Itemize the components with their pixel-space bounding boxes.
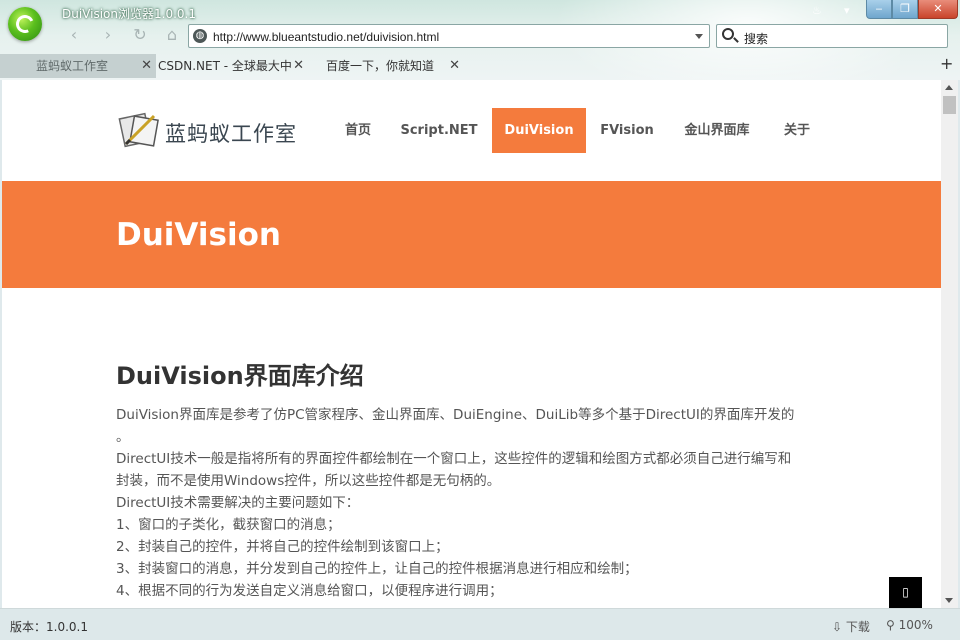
tab-blueant[interactable]: 蓝蚂蚁工作室 ✕ <box>0 54 156 78</box>
skin-icon[interactable]: ♨ <box>812 4 822 17</box>
browser-chrome: DuiVision浏览器1.0.0.1 ‹ › ↻ ⌂ ◍ http://www… <box>0 0 960 80</box>
menu-item-kingsoft[interactable]: 金山界面库 <box>676 108 758 153</box>
paragraph-line: 3、封装窗口的消息，并分发到自己的控件上，让自己的控件根据消息进行相应和绘制； <box>116 561 638 577</box>
scroll-thumb[interactable] <box>943 96 956 114</box>
paragraph-line: DirectUI技术需要解决的主要问题如下： <box>116 495 360 511</box>
tab-label: CSDN.NET - 全球最大中 <box>158 59 292 73</box>
download-button[interactable]: ⇩ 下载 <box>832 618 870 635</box>
menu-item-about[interactable]: 关于 <box>772 108 822 153</box>
zoom-level: 100% <box>898 618 933 632</box>
download-label: 下载 <box>845 620 870 634</box>
paragraph-line: DirectUI技术一般是指将所有的界面控件都绘制在一个窗口上，这些控件的逻辑和… <box>116 451 792 467</box>
menu-item-scriptnet[interactable]: Script.NET <box>396 108 482 153</box>
address-bar[interactable]: ◍ http://www.blueantstudio.net/duivision… <box>188 24 710 48</box>
paragraph-line: 2、封装自己的控件，并将自己的控件绘制到该窗口上； <box>116 539 449 555</box>
window-title: DuiVision浏览器1.0.0.1 <box>62 7 196 21</box>
browser-logo-icon <box>8 7 42 41</box>
menu-icon[interactable]: ▾ <box>844 4 850 17</box>
download-icon: ⇩ <box>832 620 843 634</box>
maximize-button[interactable]: ❐ <box>892 0 918 19</box>
minimize-button[interactable]: ‒ <box>866 0 892 19</box>
close-tab-icon[interactable]: ✕ <box>141 54 152 78</box>
home-button[interactable]: ⌂ <box>162 25 182 45</box>
search-icon <box>722 28 734 40</box>
back-button[interactable]: ‹ <box>64 25 84 45</box>
refresh-button[interactable]: ↻ <box>130 25 150 45</box>
hero-banner: DuiVision <box>2 181 941 288</box>
paragraph-line: DuiVision界面库是参考了仿PC管家程序、金山界面库、DuiEngine、… <box>116 407 795 423</box>
close-tab-icon[interactable]: ✕ <box>293 54 304 78</box>
close-tab-icon[interactable]: ✕ <box>449 54 460 78</box>
hero-title: DuiVision <box>116 217 281 253</box>
search-box[interactable]: 搜索 <box>716 24 948 48</box>
vertical-scrollbar[interactable] <box>941 80 958 608</box>
tab-baidu[interactable]: 百度一下，你就知道 ✕ <box>318 54 464 78</box>
site-menu: 首页 Script.NET DuiVision FVision 金山界面库 关于 <box>2 108 941 153</box>
globe-icon: ◍ <box>193 29 207 43</box>
status-bar: 版本：1.0.0.1 ⇩ 下载 ⚲ 100% <box>0 608 960 640</box>
version-label: 版本：1.0.0.1 <box>10 620 88 634</box>
tab-strip: 蓝蚂蚁工作室 ✕ CSDN.NET - 全球最大中 ✕ 百度一下，你就知道 ✕ <box>0 54 960 78</box>
zoom-icon: ⚲ <box>886 618 895 632</box>
tab-label: 百度一下，你就知道 <box>326 59 435 73</box>
scroll-up-icon[interactable] <box>945 85 953 90</box>
section-heading: DuiVision界面库介绍 <box>116 362 364 390</box>
new-tab-button[interactable]: + <box>940 54 953 73</box>
close-button[interactable]: ✕ <box>918 0 958 19</box>
menu-item-duivision[interactable]: DuiVision <box>492 108 586 153</box>
paragraph-line: 封装，而不是使用Windows控件，所以这些控件都是无句柄的。 <box>116 473 501 489</box>
paragraph-line: 4、根据不同的行为发送自定义消息给窗口，以便程序进行调用； <box>116 583 503 599</box>
paragraph-line: 1、窗口的子类化，截获窗口的消息； <box>116 517 341 533</box>
search-input[interactable]: 搜索 <box>744 30 768 47</box>
address-dropdown-icon[interactable] <box>695 34 703 39</box>
address-input[interactable]: http://www.blueantstudio.net/duivision.h… <box>213 30 439 44</box>
menu-item-fvision[interactable]: FVision <box>594 108 660 153</box>
tab-label: 蓝蚂蚁工作室 <box>36 59 109 73</box>
back-to-top-button[interactable]: ▯ <box>889 577 922 608</box>
zoom-control[interactable]: ⚲ 100% <box>886 618 933 632</box>
menu-item-home[interactable]: 首页 <box>332 108 384 153</box>
scroll-down-icon[interactable] <box>945 598 953 603</box>
tab-csdn[interactable]: CSDN.NET - 全球最大中 ✕ <box>156 54 308 78</box>
forward-button[interactable]: › <box>98 25 118 45</box>
page-viewport[interactable]: 蓝蚂蚁工作室 首页 Script.NET DuiVision FVision 金… <box>2 80 941 608</box>
paragraph-line: 。 <box>116 429 130 445</box>
